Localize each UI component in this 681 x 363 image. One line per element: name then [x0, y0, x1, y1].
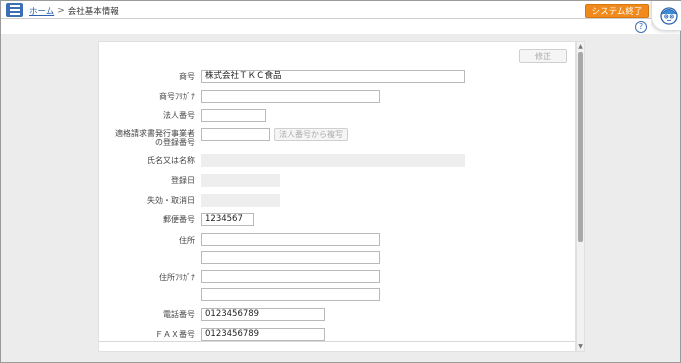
corporate-number-label: 法人番号	[163, 111, 195, 120]
fax-input[interactable]: 0123456789	[201, 328, 325, 341]
expiration-date-field	[201, 194, 280, 207]
breadcrumb-current: 会社基本情報	[67, 7, 119, 17]
scroll-up-arrow-icon[interactable]: ▲	[577, 43, 584, 50]
registration-date-label: 登録日	[171, 176, 195, 185]
phone-label: 電話番号	[163, 310, 195, 319]
address-line2-input[interactable]	[201, 251, 380, 264]
vertical-scrollbar[interactable]: ▲ ▼	[576, 41, 585, 352]
top-bar: ホーム > 会社基本情報 システム終了	[1, 1, 680, 19]
scroll-down-arrow-icon[interactable]: ▼	[577, 343, 584, 350]
corporate-number-input[interactable]	[201, 109, 266, 122]
name-field	[201, 154, 465, 167]
breadcrumb: ホーム > 会社基本情報	[29, 5, 119, 17]
sub-toolbar	[1, 19, 651, 34]
name-label: 氏名又は名称	[147, 156, 195, 165]
help-icon[interactable]: ?	[635, 21, 647, 33]
copy-from-corporate-number-button[interactable]: 法人番号から複写	[274, 128, 348, 141]
trade-name-input[interactable]: 株式会社ＴＫＣ食品	[201, 70, 465, 83]
edit-button[interactable]: 修正	[519, 49, 567, 63]
postal-code-input[interactable]: 1234567	[201, 213, 254, 226]
scrollbar-thumb[interactable]	[578, 52, 583, 242]
fax-label: ＦＡＸ番号	[155, 330, 195, 339]
hamburger-menu-icon[interactable]	[6, 3, 23, 17]
postal-code-label: 郵便番号	[163, 215, 195, 224]
address-kana-line2-input[interactable]	[201, 288, 380, 301]
breadcrumb-separator: >	[57, 6, 65, 16]
system-exit-button[interactable]: システム終了	[585, 4, 649, 18]
invoice-registration-label: 適格請求書発行事業者 の登録番号	[115, 129, 195, 147]
address-label: 住所	[179, 236, 195, 245]
panel-footer	[99, 341, 575, 351]
registration-date-field	[201, 174, 280, 187]
trade-name-kana-input[interactable]	[201, 90, 380, 103]
invoice-registration-label-line1: 適格請求書発行事業者	[115, 129, 195, 138]
phone-input[interactable]: 0123456789	[201, 308, 325, 321]
assistant-avatar[interactable]	[651, 1, 681, 31]
invoice-registration-input[interactable]	[201, 128, 270, 141]
address-kana-line1-input[interactable]	[201, 270, 380, 283]
address-kana-label: 住所ﾌﾘｶﾞﾅ	[159, 273, 195, 282]
trade-name-kana-label: 商号ﾌﾘｶﾞﾅ	[159, 92, 195, 101]
breadcrumb-home-link[interactable]: ホーム	[29, 5, 54, 17]
trade-name-label: 商号	[179, 72, 195, 81]
address-line1-input[interactable]	[201, 233, 380, 246]
company-info-panel: 修正 商号 株式会社ＴＫＣ食品 商号ﾌﾘｶﾞﾅ 法人番号 適格請求書発行事業者 …	[98, 41, 576, 352]
expiration-date-label: 失効・取消日	[147, 196, 195, 205]
invoice-registration-label-line2: の登録番号	[155, 138, 195, 147]
assistant-face-icon	[660, 7, 678, 25]
